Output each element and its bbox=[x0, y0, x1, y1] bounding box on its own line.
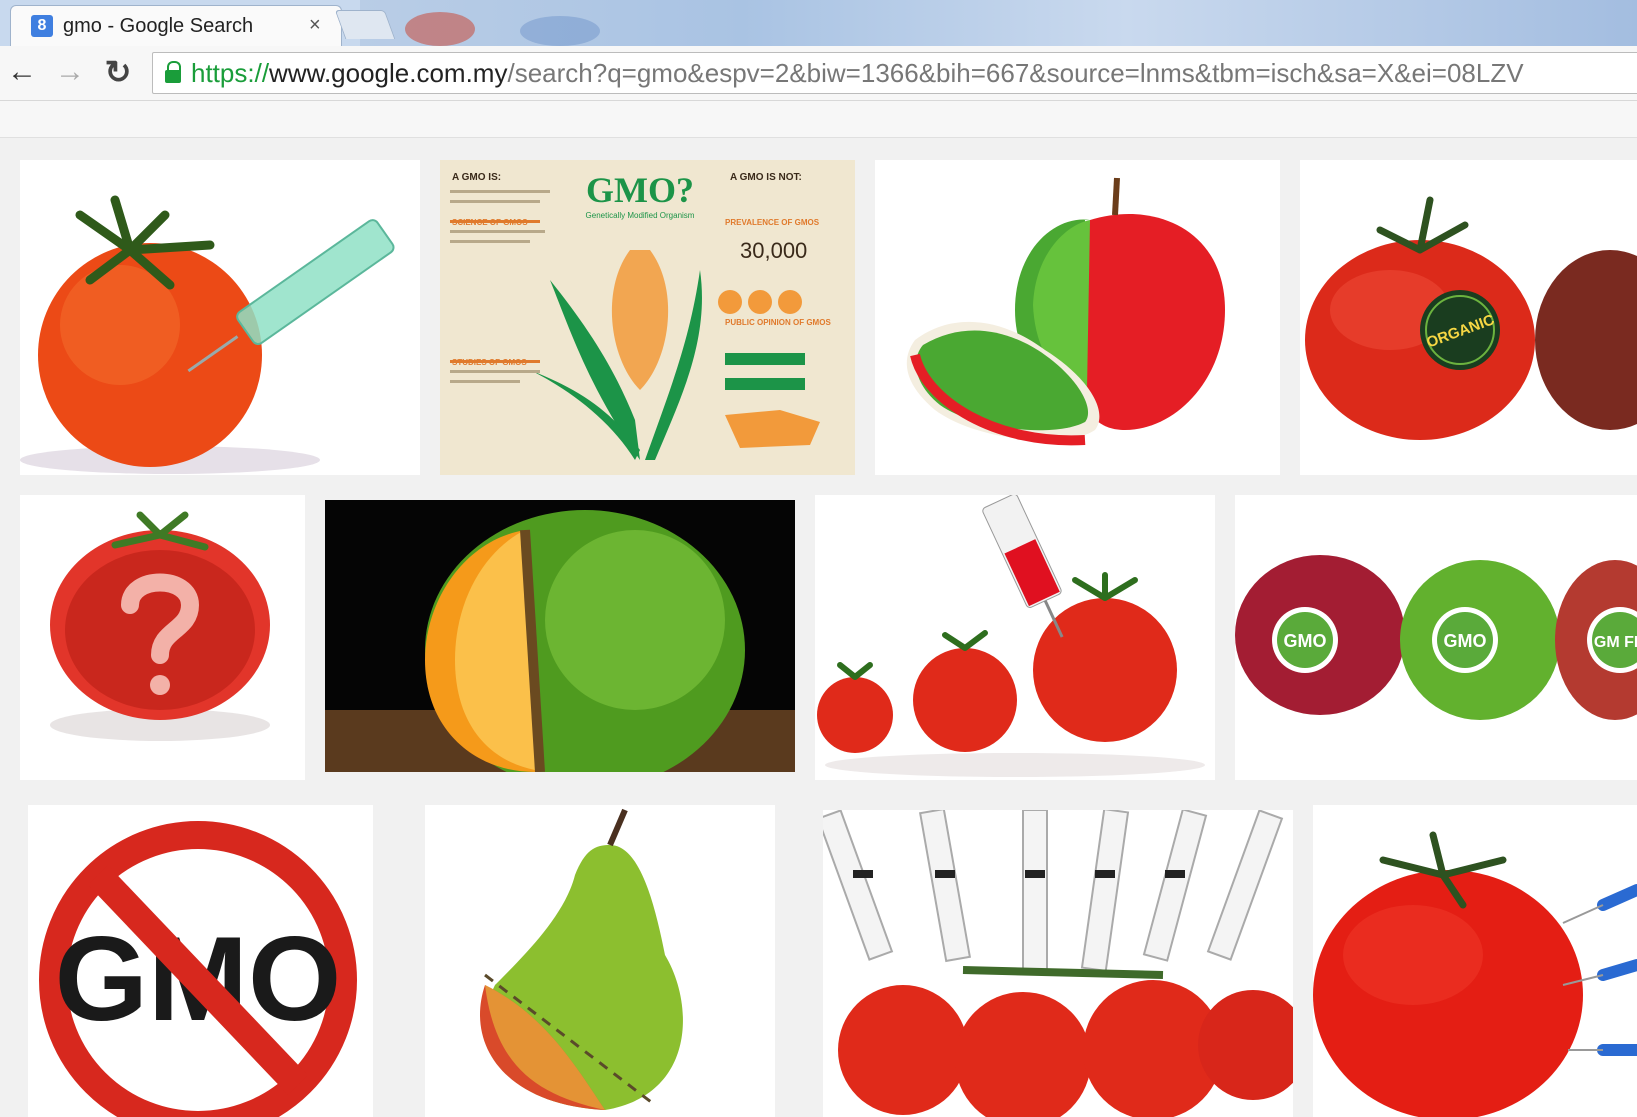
address-bar[interactable]: https://www.google.com.my/search?q=gmo&e… bbox=[152, 52, 1637, 94]
infographic-subtitle: Genetically Modified Organism bbox=[586, 211, 695, 220]
image-result-tomatoes-injection[interactable] bbox=[815, 495, 1215, 780]
url-scheme: https:// bbox=[191, 58, 270, 88]
browser-toolbar: ← → ↻ https://www.google.com.my/search?q… bbox=[0, 46, 1637, 101]
new-tab-button[interactable] bbox=[334, 10, 396, 39]
toolbar-separator bbox=[0, 101, 1637, 138]
image-result-gmo-infographic[interactable]: GMO? Genetically Modified Organism A GMO… bbox=[440, 160, 855, 475]
back-button[interactable]: ← bbox=[4, 54, 40, 90]
infographic-science: SCIENCE OF GMOS bbox=[452, 218, 528, 227]
browser-tab-active[interactable]: 8 gmo - Google Search × bbox=[10, 5, 342, 46]
image-result-apple-split[interactable] bbox=[875, 160, 1280, 475]
gmo-badge-2: GMO bbox=[1444, 631, 1487, 651]
image-result-tomato-syringe[interactable] bbox=[20, 160, 420, 475]
lock-icon bbox=[165, 61, 181, 83]
image-result-gmo-apples[interactable]: GMO GMO GM FRE bbox=[1235, 495, 1637, 780]
url-path: /search?q=gmo&espv=2&biw=1366&bih=667&so… bbox=[507, 58, 1524, 88]
image-result-organic-tomatoes[interactable]: ORGANIC bbox=[1300, 160, 1637, 475]
tab-strip: 8 gmo - Google Search × bbox=[0, 0, 1637, 46]
tab-close-icon[interactable]: × bbox=[309, 14, 321, 37]
image-result-tomato-needles[interactable] bbox=[1313, 805, 1637, 1117]
infographic-left-heading: A GMO IS: bbox=[452, 172, 501, 183]
infographic-studies: STUDIES OF GMOS bbox=[452, 358, 527, 367]
url-host: www.google.com.my bbox=[269, 58, 508, 88]
image-result-syringes-tomatoes[interactable] bbox=[823, 810, 1293, 1117]
image-result-pear-apple[interactable] bbox=[425, 805, 775, 1117]
infographic-opinion: PUBLIC OPINION OF GMOS bbox=[725, 318, 831, 327]
image-result-tomato-question[interactable] bbox=[20, 495, 305, 780]
gmo-badge-3: GM FRE bbox=[1594, 634, 1637, 651]
url-text[interactable]: https://www.google.com.my/search?q=gmo&e… bbox=[191, 58, 1524, 89]
reload-button[interactable]: ↻ bbox=[100, 54, 136, 90]
background-decoration bbox=[520, 16, 600, 46]
image-result-apple-orange[interactable] bbox=[325, 500, 795, 772]
infographic-stat: 30,000 bbox=[740, 238, 807, 263]
infographic-title: GMO? bbox=[586, 170, 694, 210]
google-favicon-icon: 8 bbox=[31, 15, 53, 37]
gmo-badge-1: GMO bbox=[1284, 631, 1327, 651]
infographic-prevalence: PREVALENCE OF GMOS bbox=[725, 218, 820, 227]
image-result-no-gmo-sign[interactable]: GMO bbox=[28, 805, 373, 1117]
background-decoration bbox=[405, 12, 475, 46]
forward-button[interactable]: → bbox=[52, 54, 88, 90]
tab-title: gmo - Google Search bbox=[63, 15, 254, 37]
infographic-right-heading: A GMO IS NOT: bbox=[730, 172, 802, 183]
